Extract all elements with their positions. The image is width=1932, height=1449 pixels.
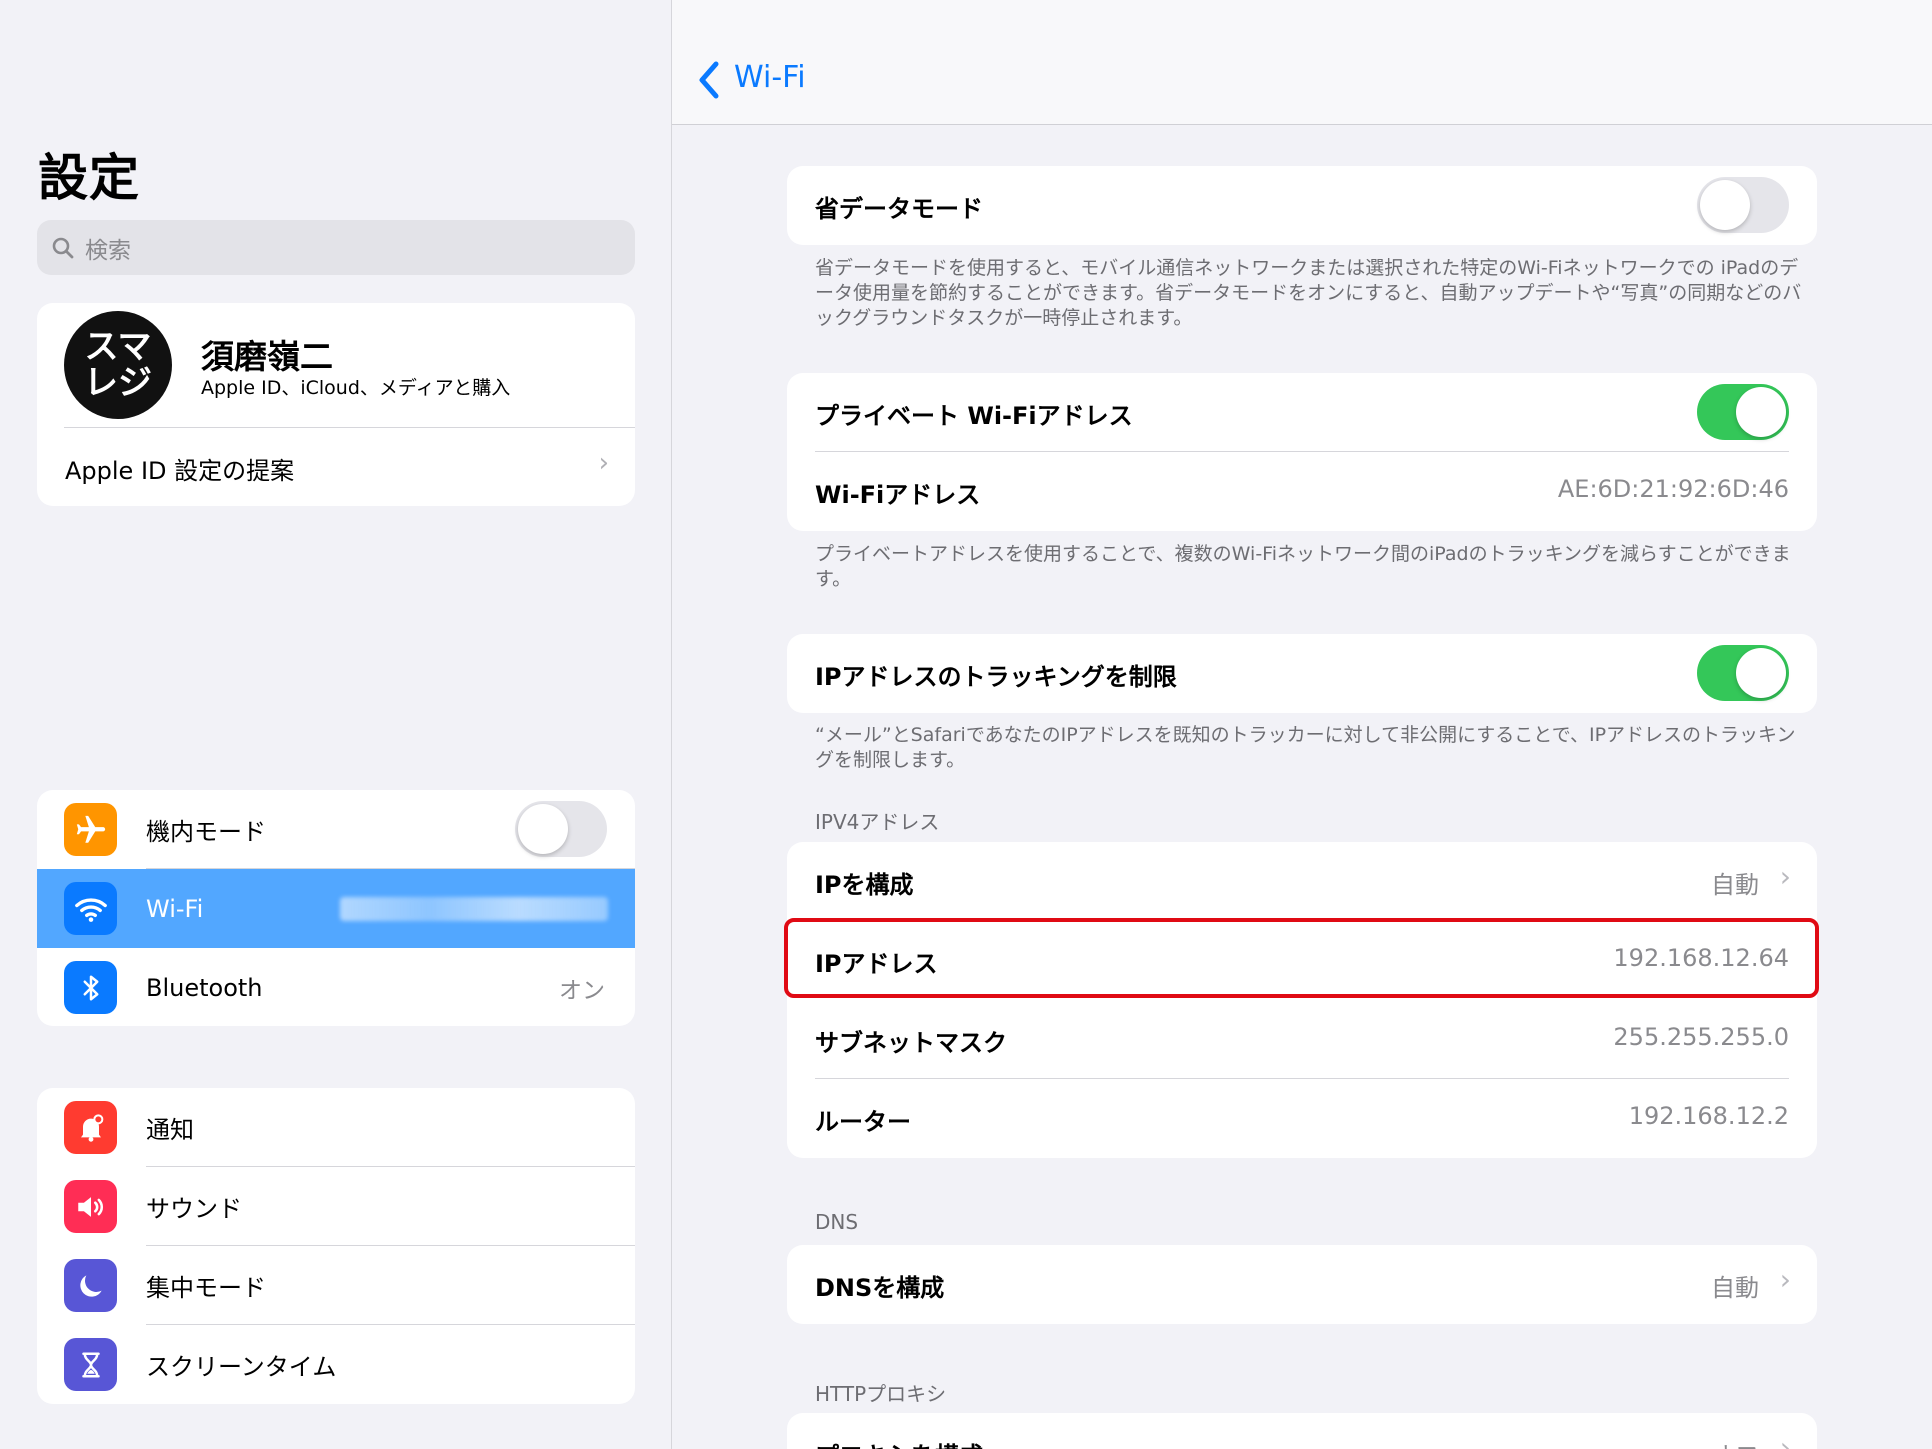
http-proxy-card: プロキシを構成 オフ › xyxy=(787,1413,1817,1449)
private-wifi-address-row[interactable]: プライベート Wi-Fiアドレス xyxy=(787,373,1817,452)
configure-proxy-value: オフ xyxy=(1711,1436,1759,1449)
dns-section-header: DNS xyxy=(815,1210,859,1234)
sidebar-item-label: Wi-Fi xyxy=(146,894,204,923)
configure-ip-row[interactable]: IPを構成 自動 › xyxy=(787,842,1817,921)
avatar-text-line2: レジ xyxy=(84,363,152,403)
moon-icon xyxy=(64,1259,117,1312)
sidebar-item-screen-time[interactable]: スクリーンタイム xyxy=(37,1325,635,1404)
search-input[interactable]: 検索 xyxy=(37,220,635,275)
sidebar-item-airplane-mode[interactable]: 機内モード xyxy=(37,790,635,869)
ipv4-card: IPを構成 自動 › IPアドレス 192.168.12.64 サブネットマスク… xyxy=(787,842,1817,1158)
airplane-icon xyxy=(64,803,117,856)
bluetooth-icon xyxy=(64,961,117,1014)
back-button[interactable]: Wi-Fi xyxy=(734,60,806,95)
private-wifi-address-toggle[interactable] xyxy=(1697,384,1789,440)
router-row: ルーター 192.168.12.2 xyxy=(787,1079,1817,1158)
limit-ip-tracking-row[interactable]: IPアドレスのトラッキングを制限 xyxy=(787,634,1817,713)
wifi-icon xyxy=(64,882,117,935)
subnet-mask-row: サブネットマスク 255.255.255.0 xyxy=(787,1000,1817,1079)
sidebar-item-label: 通知 xyxy=(146,1116,194,1144)
wifi-address-value: AE:6D:21:92:6D:46 xyxy=(1557,475,1789,503)
low-data-mode-label: 省データモード xyxy=(815,195,983,223)
chevron-right-icon: › xyxy=(1779,860,1791,893)
chevron-right-icon: › xyxy=(1779,1431,1791,1449)
router-value: 192.168.12.2 xyxy=(1628,1102,1789,1130)
http-proxy-section-header: HTTPプロキシ xyxy=(815,1382,947,1406)
general-group: 通知 サウンド 集中モード スクリーンタイム xyxy=(37,1088,635,1404)
wifi-network-name-blurred xyxy=(340,896,608,921)
sidebar-item-label: 集中モード xyxy=(146,1274,266,1302)
configure-dns-label: DNSを構成 xyxy=(815,1274,945,1302)
sidebar-item-bluetooth[interactable]: Bluetooth オン xyxy=(37,948,635,1026)
bluetooth-status: オン xyxy=(559,977,605,1004)
sidebar-item-notifications[interactable]: 通知 xyxy=(37,1088,635,1167)
private-address-footnote: プライベートアドレスを使用することで、複数のWi-Fiネットワーク間のiPadの… xyxy=(815,543,1791,590)
configure-ip-value: 自動 xyxy=(1711,871,1759,899)
sidebar-item-label: サウンド xyxy=(146,1195,242,1223)
ipv4-section-header: IPV4アドレス xyxy=(815,810,940,834)
low-data-mode-card: 省データモード xyxy=(787,166,1817,245)
avatar-text-line1: スマ xyxy=(84,327,152,367)
apple-id-suggestions-label: Apple ID 設定の提案 xyxy=(65,457,295,485)
ip-tracking-footnote: “メール”とSafariであなたのIPアドレスを既知のトラッカーに対して非公開に… xyxy=(815,724,1796,771)
dns-card: DNSを構成 自動 › xyxy=(787,1245,1817,1324)
bell-icon xyxy=(64,1101,117,1154)
configure-ip-label: IPを構成 xyxy=(815,871,914,899)
chevron-left-icon[interactable] xyxy=(696,60,722,100)
speaker-icon xyxy=(64,1180,117,1233)
configure-proxy-label: プロキシを構成 xyxy=(815,1436,983,1449)
ip-address-highlight-box xyxy=(784,918,1819,998)
configure-dns-value: 自動 xyxy=(1711,1274,1759,1302)
router-label: ルーター xyxy=(815,1108,911,1136)
profile-card[interactable]: スマ レジ 須磨嶺二 Apple ID、iCloud、メディアと購入 Apple… xyxy=(37,303,635,506)
ip-tracking-card: IPアドレスのトラッキングを制限 xyxy=(787,634,1817,713)
apple-id-suggestions-row[interactable]: Apple ID 設定の提案 › xyxy=(37,428,635,506)
low-data-mode-footnote: 省データモードを使用すると、モバイル通信ネットワークまたは選択された特定のWi-… xyxy=(815,257,1802,329)
sidebar-item-sounds[interactable]: サウンド xyxy=(37,1167,635,1246)
navigation-bar: Wi-Fi xyxy=(672,0,1932,125)
private-address-card: プライベート Wi-Fiアドレス Wi-Fiアドレス AE:6D:21:92:6… xyxy=(787,373,1817,531)
subnet-mask-value: 255.255.255.0 xyxy=(1613,1023,1789,1051)
limit-ip-tracking-label: IPアドレスのトラッキングを制限 xyxy=(815,663,1177,691)
sidebar-item-wifi[interactable]: Wi-Fi xyxy=(37,869,635,948)
search-icon xyxy=(52,237,74,258)
profile-name: 須磨嶺二 xyxy=(201,337,333,376)
low-data-mode-row[interactable]: 省データモード xyxy=(787,166,1817,245)
avatar: スマ レジ xyxy=(64,311,172,419)
wifi-detail-pane: Wi-Fi 省データモード 省データモードを使用すると、モバイル通信ネットワーク… xyxy=(672,0,1932,1449)
configure-proxy-row[interactable]: プロキシを構成 オフ › xyxy=(787,1413,1817,1449)
wifi-address-row: Wi-Fiアドレス AE:6D:21:92:6D:46 xyxy=(787,452,1817,531)
connectivity-group: 機内モード Wi-Fi Bluetooth オン xyxy=(37,790,635,1026)
sidebar-item-label: Bluetooth xyxy=(146,973,263,1002)
low-data-mode-toggle[interactable] xyxy=(1697,177,1789,233)
sidebar-title: 設定 xyxy=(38,149,140,207)
hourglass-icon xyxy=(64,1338,117,1391)
limit-ip-tracking-toggle[interactable] xyxy=(1697,645,1789,701)
sidebar-item-label: スクリーンタイム xyxy=(146,1353,337,1381)
wifi-address-label: Wi-Fiアドレス xyxy=(815,481,981,509)
private-wifi-address-label: プライベート Wi-Fiアドレス xyxy=(815,402,1133,430)
subnet-mask-label: サブネットマスク xyxy=(815,1029,1007,1057)
search-placeholder: 検索 xyxy=(85,237,131,264)
sidebar-item-focus[interactable]: 集中モード xyxy=(37,1246,635,1325)
configure-dns-row[interactable]: DNSを構成 自動 › xyxy=(787,1245,1817,1324)
chevron-right-icon: › xyxy=(598,448,609,478)
airplane-mode-toggle[interactable] xyxy=(515,801,607,857)
sidebar-item-label: 機内モード xyxy=(146,818,266,846)
settings-sidebar: 設定 検索 スマ レジ 須磨嶺二 Apple ID、iCloud、メディアと購入… xyxy=(0,0,672,1449)
chevron-right-icon: › xyxy=(1779,1263,1791,1296)
profile-subtitle: Apple ID、iCloud、メディアと購入 xyxy=(201,377,511,399)
